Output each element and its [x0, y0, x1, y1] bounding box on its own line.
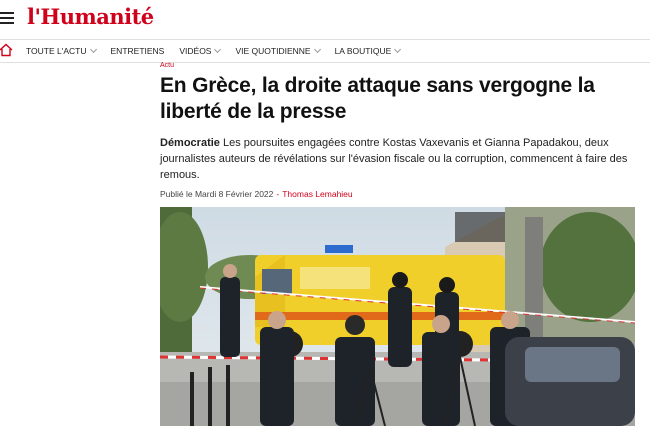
- nav-item-la-boutique[interactable]: LA BOUTIQUE: [334, 45, 402, 56]
- article-header: Actu En Grèce, la droite attaque sans ve…: [160, 61, 640, 199]
- nav-item-label: TOUTE L'ACTU: [26, 46, 87, 56]
- nav-item-label: ENTRETIENS: [110, 46, 165, 56]
- article-meta: Publié le Mardi 8 Février 2022- Thomas Le…: [160, 189, 640, 199]
- home-icon[interactable]: [0, 43, 13, 57]
- top-bar: l'Humanité: [0, 0, 650, 39]
- site-logo[interactable]: l'Humanité: [27, 4, 154, 29]
- article-kicker[interactable]: Actu: [160, 62, 640, 71]
- nav-item-videos[interactable]: VIDÉOS: [179, 45, 222, 56]
- nav-item-label: VIE QUOTIDIENNE: [235, 46, 311, 56]
- chevron-down-icon: [313, 45, 321, 54]
- article-photo: [160, 207, 635, 426]
- meta-separator: -: [276, 189, 280, 199]
- nav-item-entretiens[interactable]: ENTRETIENS: [111, 46, 165, 56]
- nav-item-label: VIDÉOS: [179, 46, 212, 56]
- menu-icon[interactable]: [0, 12, 14, 26]
- article-lead: Démocratie Les poursuites engagées contr…: [160, 135, 636, 183]
- chevron-down-icon: [214, 45, 222, 54]
- publish-date: Publié le Mardi 8 Février 2022: [160, 189, 274, 199]
- main-navigation: TOUTE L'ACTU ENTRETIENS VIDÉOS VIE QUOTI…: [0, 39, 650, 63]
- chevron-down-icon: [89, 45, 97, 54]
- nav-item-label: LA BOUTIQUE: [334, 46, 392, 56]
- article-title: En Grèce, la droite attaque sans vergogn…: [160, 74, 595, 123]
- nav-item-vie-quotidienne[interactable]: VIE QUOTIDIENNE: [235, 45, 321, 56]
- nav-item-toute-lactu[interactable]: TOUTE L'ACTU: [26, 45, 97, 56]
- chevron-down-icon: [394, 45, 402, 54]
- lead-topic[interactable]: Démocratie: [160, 137, 220, 149]
- author-link[interactable]: Thomas Lemahieu: [282, 189, 352, 199]
- lead-text: Les poursuites engagées contre Kostas Va…: [160, 137, 628, 181]
